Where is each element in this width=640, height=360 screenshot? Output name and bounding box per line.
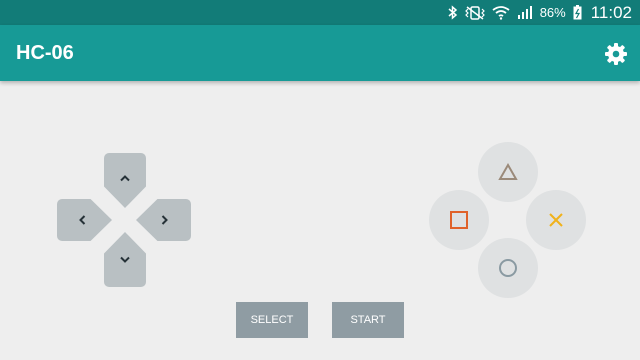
dpad-right-button[interactable] bbox=[136, 199, 191, 241]
triangle-button[interactable] bbox=[478, 142, 538, 202]
status-icons: 86% 11:02 bbox=[448, 0, 632, 25]
gear-icon bbox=[605, 43, 627, 65]
clock: 11:02 bbox=[590, 2, 632, 22]
cross-icon bbox=[549, 213, 563, 227]
square-icon bbox=[450, 211, 468, 229]
dpad-down-button[interactable] bbox=[104, 232, 146, 287]
dpad-up-button[interactable] bbox=[104, 153, 146, 208]
chevron-down-icon bbox=[120, 256, 130, 263]
app-title: HC-06 bbox=[16, 42, 74, 64]
chevron-right-icon bbox=[161, 215, 168, 225]
select-button[interactable]: SELECT bbox=[236, 302, 308, 338]
chevron-up-icon bbox=[120, 175, 130, 182]
status-bar: 86% 11:02 bbox=[0, 0, 640, 25]
dpad-left-button[interactable] bbox=[57, 199, 112, 241]
bluetooth-icon bbox=[448, 5, 457, 20]
battery-percent: 86% bbox=[539, 5, 566, 20]
square-button[interactable] bbox=[429, 190, 489, 250]
vibrate-icon bbox=[464, 5, 485, 20]
start-button[interactable]: START bbox=[332, 302, 404, 338]
signal-icon bbox=[517, 6, 532, 19]
triangle-icon bbox=[498, 162, 518, 180]
wifi-icon bbox=[492, 6, 510, 20]
settings-button[interactable] bbox=[604, 42, 628, 66]
battery-icon bbox=[573, 5, 582, 20]
chevron-left-icon bbox=[79, 215, 86, 225]
circle-button[interactable] bbox=[478, 238, 538, 298]
cross-button[interactable] bbox=[526, 190, 586, 250]
circle-icon bbox=[499, 259, 517, 277]
app-bar: HC-06 bbox=[0, 25, 640, 81]
